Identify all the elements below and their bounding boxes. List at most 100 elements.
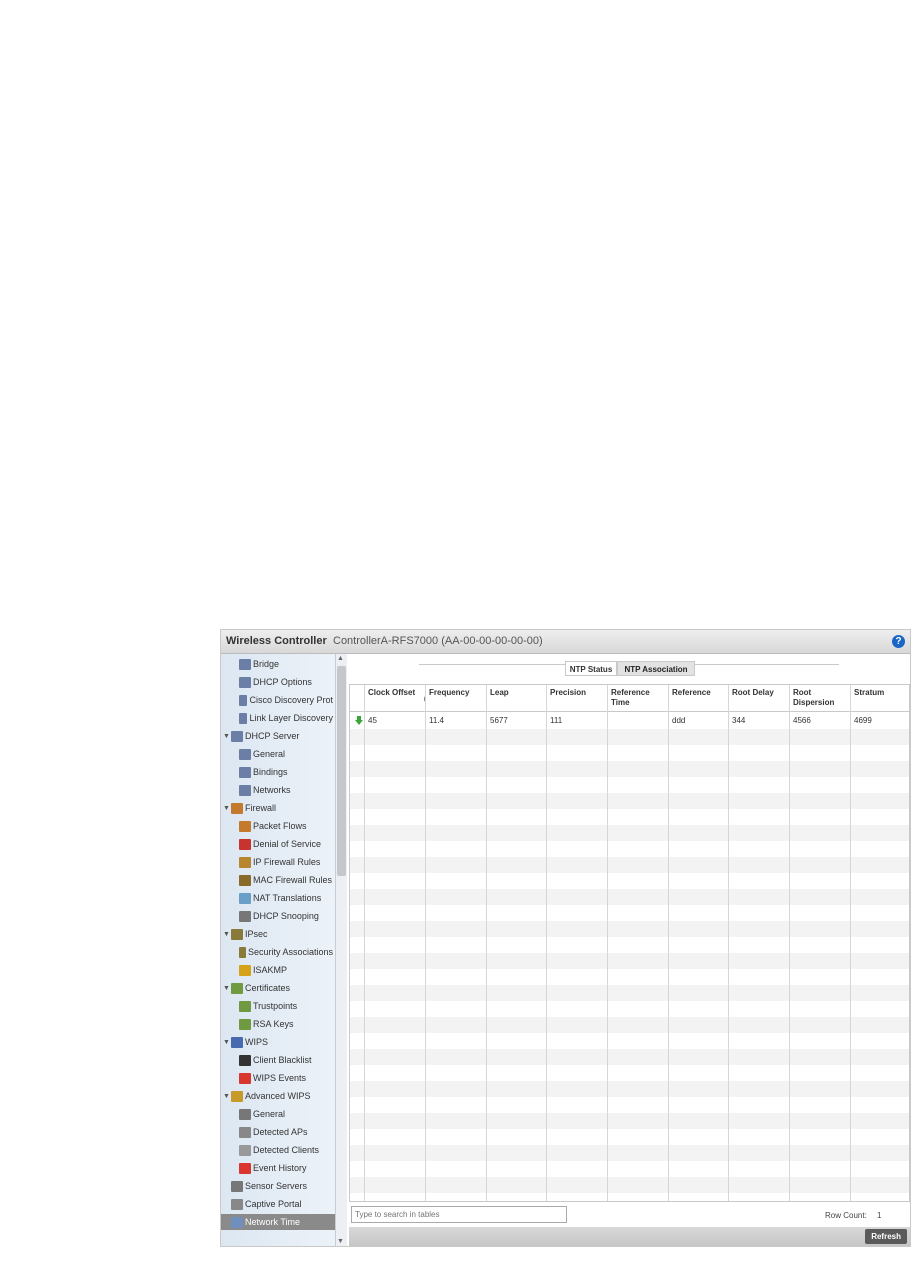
- app-title: Wireless Controller: [226, 635, 327, 647]
- column-divider: [425, 685, 426, 1201]
- expand-toggle-icon[interactable]: ▼: [223, 1039, 231, 1046]
- sidebar-item-general[interactable]: General: [239, 1106, 333, 1122]
- column-header-frequency[interactable]: Frequency: [425, 685, 486, 712]
- sidebar-item-label: Captive Portal: [245, 1199, 302, 1209]
- title-bar: Wireless Controller ControllerA-RFS7000 …: [221, 630, 910, 654]
- column-header-root-dispersion[interactable]: Root Dispersion: [789, 685, 850, 712]
- sidebar-item-dhcp-server[interactable]: ▼ DHCP Server: [223, 728, 333, 744]
- column-header-stratum[interactable]: Stratum: [850, 685, 909, 712]
- sidebar-item-ipsec[interactable]: ▼ IPsec: [223, 926, 333, 942]
- expand-toggle-icon[interactable]: ▼: [223, 805, 231, 812]
- client-icon: [239, 1144, 251, 1156]
- action-bar: Refresh: [349, 1227, 910, 1246]
- refresh-button[interactable]: Refresh: [865, 1229, 907, 1244]
- sidebar-scrollbar[interactable]: ▲ ▼: [335, 654, 347, 1246]
- table-cell-precision: 111: [550, 716, 563, 725]
- device-name: ControllerA-RFS7000 (AA-00-00-00-00-00): [333, 635, 543, 647]
- sidebar-item-label: IPsec: [245, 929, 268, 939]
- column-header-precision[interactable]: Precision: [546, 685, 607, 712]
- sidebar-item-label: Sensor Servers: [245, 1181, 308, 1191]
- sidebar-item-event-history[interactable]: Event History: [239, 1160, 333, 1176]
- sidebar-item-wips[interactable]: ▼ WIPS: [223, 1034, 333, 1050]
- sidebar-item-network-time[interactable]: Network Time: [221, 1214, 346, 1230]
- sidebar-nav: Bridge DHCP Options Cisco Discovery Prot Li…: [221, 654, 347, 1246]
- scroll-up-icon[interactable]: ▲: [337, 655, 344, 662]
- main-panel: NTP Status NTP Association Clock Offset …: [349, 654, 910, 1246]
- column-divider: [546, 685, 547, 1201]
- column-header-leap[interactable]: Leap: [486, 685, 546, 712]
- sidebar-item-label: Network Time: [245, 1217, 301, 1227]
- sidebar-item-captive-portal[interactable]: Captive Portal: [231, 1196, 333, 1212]
- column-divider: [607, 685, 608, 1201]
- sidebar-item-rsa-keys[interactable]: RSA Keys: [239, 1016, 333, 1032]
- network-icon: [239, 658, 251, 670]
- sidebar-item-dhcp-snooping[interactable]: DHCP Snooping: [239, 908, 333, 924]
- sidebar-item-trustpoints[interactable]: Trustpoints: [239, 998, 333, 1014]
- table-cell-reference: ddd: [672, 716, 686, 725]
- help-icon[interactable]: ?: [892, 635, 905, 648]
- sidebar-item-sensor-servers[interactable]: Sensor Servers: [231, 1178, 333, 1194]
- general-icon: [239, 1108, 251, 1120]
- sidebar-item-label: DHCP Options: [253, 677, 312, 687]
- column-header-reference-time[interactable]: Reference Time: [607, 685, 668, 712]
- blacklist-icon: [239, 1054, 251, 1066]
- sidebar-item-certificates[interactable]: ▼ Certificates: [223, 980, 333, 996]
- scroll-down-icon[interactable]: ▼: [337, 1238, 344, 1245]
- column-header-clock-offset[interactable]: Clock Offset ▲: [364, 685, 434, 712]
- sidebar-item-detected-clients[interactable]: Detected Clients: [239, 1142, 333, 1158]
- mac-rules-icon: [239, 874, 251, 886]
- sidebar-item-link-layer-discovery[interactable]: Link Layer Discovery: [239, 710, 333, 726]
- scrollbar-thumb[interactable]: [337, 666, 346, 876]
- sidebar-item-client-blacklist[interactable]: Client Blacklist: [239, 1052, 333, 1068]
- sidebar-item-wips-events[interactable]: WIPS Events: [239, 1070, 333, 1086]
- table-cell-clock-offset: 45: [368, 716, 377, 725]
- sidebar-item-firewall[interactable]: ▼ Firewall: [223, 800, 333, 816]
- key-icon: [239, 964, 251, 976]
- tab-ntp-association[interactable]: NTP Association: [617, 661, 695, 676]
- sidebar-item-dhcp-options[interactable]: DHCP Options: [239, 674, 333, 690]
- sidebar-item-label: ISAKMP: [253, 965, 288, 975]
- sidebar-item-nat-translations[interactable]: NAT Translations: [239, 890, 333, 906]
- network-icon: [239, 766, 251, 778]
- expand-toggle-icon[interactable]: ▼: [223, 733, 231, 740]
- sidebar-item-bindings[interactable]: Bindings: [239, 764, 333, 780]
- sidebar-item-denial-of-service[interactable]: Denial of Service: [239, 836, 333, 852]
- sidebar-item-isakmp[interactable]: ISAKMP: [239, 962, 333, 978]
- column-header-reference[interactable]: Reference: [668, 685, 728, 712]
- sidebar-item-label: NAT Translations: [253, 893, 322, 903]
- table-search-input[interactable]: [351, 1206, 567, 1223]
- sidebar-item-security-associations[interactable]: Security Associations: [239, 944, 333, 960]
- portal-icon: [231, 1198, 243, 1210]
- sidebar-item-label: Bindings: [253, 767, 288, 777]
- denial-icon: [239, 838, 251, 850]
- expand-toggle-icon[interactable]: ▼: [223, 931, 231, 938]
- expand-toggle-icon[interactable]: ▼: [223, 985, 231, 992]
- column-divider: [850, 685, 851, 1201]
- sidebar-item-packet-flows[interactable]: Packet Flows: [239, 818, 333, 834]
- sidebar-item-mac-firewall-rules[interactable]: MAC Firewall Rules: [239, 872, 333, 888]
- sidebar-item-ip-firewall-rules[interactable]: IP Firewall Rules: [239, 854, 333, 870]
- table-cell-leap: 5677: [490, 716, 508, 725]
- sidebar-item-label: RSA Keys: [253, 1019, 294, 1029]
- column-divider: [789, 685, 790, 1201]
- sidebar-item-bridge[interactable]: Bridge: [239, 656, 333, 672]
- network-icon: [239, 694, 248, 706]
- sidebar-item-networks[interactable]: Networks: [239, 782, 333, 798]
- sidebar-item-label: WIPS Events: [253, 1073, 307, 1083]
- tab-ntp-status[interactable]: NTP Status: [565, 661, 617, 676]
- green-down-arrow-icon: [355, 716, 363, 725]
- sidebar-item-detected-aps[interactable]: Detected APs: [239, 1124, 333, 1140]
- expand-toggle-icon[interactable]: ▼: [223, 1093, 231, 1100]
- app-window: Wireless Controller ControllerA-RFS7000 …: [220, 629, 911, 1247]
- sidebar-item-label: Detected APs: [253, 1127, 308, 1137]
- sidebar-item-cisco-discovery-prot[interactable]: Cisco Discovery Prot: [239, 692, 333, 708]
- sidebar-item-label: DHCP Server: [245, 731, 300, 741]
- sidebar-item-advanced-wips[interactable]: ▼ Advanced WIPS: [223, 1088, 333, 1104]
- column-header-root-delay[interactable]: Root Delay: [728, 685, 789, 712]
- network-icon: [239, 748, 251, 760]
- sidebar-item-general[interactable]: General: [239, 746, 333, 762]
- sidebar-item-label: Security Associations: [247, 947, 333, 957]
- sidebar-item-label: General: [253, 1109, 286, 1119]
- network-icon: [239, 676, 251, 688]
- table-cell-frequency: 11.4: [429, 716, 444, 725]
